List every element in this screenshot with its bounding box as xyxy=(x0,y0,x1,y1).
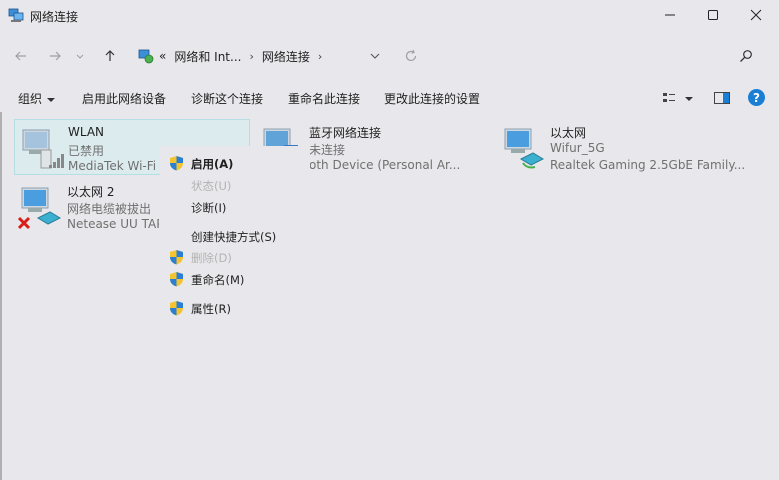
breadcrumb-item-network-internet[interactable]: 网络和 Int... xyxy=(174,48,241,65)
wifi-adapter-icon xyxy=(22,129,64,169)
change-settings-button[interactable]: 更改此连接的设置 xyxy=(384,90,480,107)
connection-name: 以太网 xyxy=(550,126,587,140)
maximize-icon xyxy=(708,10,718,20)
minimize-button[interactable] xyxy=(647,0,693,30)
menu-item-label: 删除(D) xyxy=(191,251,232,265)
organize-button[interactable]: 组织 xyxy=(18,90,56,107)
address-history-dropdown-icon[interactable] xyxy=(367,48,383,64)
menu-item-properties[interactable]: 属性(R) xyxy=(160,298,310,318)
breadcrumb: « 网络和 Int... › 网络连接 › xyxy=(159,44,322,68)
breadcrumb-separator[interactable]: › xyxy=(318,50,322,63)
menu-item-enable[interactable]: 启用(A) xyxy=(160,153,310,173)
ethernet-adapter-icon xyxy=(504,128,545,169)
connection-status: Wifur_5G xyxy=(550,141,605,155)
uac-shield-icon xyxy=(170,250,183,265)
command-bar: 组织 启用此网络设备 诊断这个连接 重命名此连接 更改此连接的设置 xyxy=(0,84,779,112)
help-button[interactable]: ? xyxy=(748,89,765,106)
arrow-left-icon xyxy=(15,51,26,61)
chevron-down-icon xyxy=(76,54,84,59)
connection-name: WLAN xyxy=(68,125,105,139)
menu-item-rename[interactable]: 重命名(M) xyxy=(160,269,310,289)
menu-item-create-shortcut[interactable]: 创建快捷方式(S) xyxy=(160,226,310,246)
connection-status: 已禁用 xyxy=(68,144,105,158)
menu-item-diagnose[interactable]: 诊断(I) xyxy=(160,197,310,217)
back-button[interactable] xyxy=(11,46,31,66)
preview-pane-icon[interactable] xyxy=(713,90,731,106)
search-icon[interactable] xyxy=(739,49,753,63)
breadcrumb-overflow[interactable]: « xyxy=(159,49,166,63)
up-button[interactable] xyxy=(100,46,120,66)
connection-status: 未连接 xyxy=(309,143,346,157)
maximize-button[interactable] xyxy=(690,0,736,30)
ethernet-adapter-disconnected-icon xyxy=(18,187,62,230)
connection-device: MediaTek Wi-Fi xyxy=(68,159,157,173)
connection-device: Netease UU TAP xyxy=(67,217,159,231)
menu-item-delete: 删除(D) xyxy=(160,247,310,267)
connection-device: Realtek Gaming 2.5GbE Family... xyxy=(550,158,746,172)
connection-name: 蓝牙网络连接 xyxy=(309,126,382,140)
connection-name: 以太网 2 xyxy=(67,185,115,199)
minimize-icon xyxy=(665,14,675,16)
diagnose-connection-button[interactable]: 诊断这个连接 xyxy=(191,90,263,107)
view-options-icon[interactable] xyxy=(662,90,680,106)
refresh-icon[interactable] xyxy=(404,49,418,63)
menu-item-label: 诊断(I) xyxy=(191,201,227,215)
uac-shield-icon xyxy=(170,272,183,287)
network-connections-icon xyxy=(8,8,24,22)
breadcrumb-separator[interactable]: › xyxy=(249,50,253,63)
close-button[interactable] xyxy=(733,0,779,30)
chevron-down-icon xyxy=(47,97,56,102)
menu-item-status: 状态(U) xyxy=(160,175,310,195)
organize-label: 组织 xyxy=(18,92,43,106)
uac-shield-icon xyxy=(170,301,183,316)
title-bar: 网络连接 xyxy=(0,0,779,32)
breadcrumb-item-network-connections[interactable]: 网络连接 xyxy=(262,48,310,65)
connections-list: WLAN 已禁用 MediaTek Wi-Fi 蓝牙网络连接 未连接 oth D… xyxy=(0,116,779,480)
recent-locations-button[interactable] xyxy=(73,46,87,66)
context-menu: 启用(A) 状态(U) 诊断(I) 创建快捷方式(S) 删除(D) 重命名(M)… xyxy=(160,146,310,320)
rename-connection-button[interactable]: 重命名此连接 xyxy=(288,90,360,107)
control-panel-icon xyxy=(138,49,154,64)
view-dropdown-icon[interactable] xyxy=(682,90,696,106)
menu-item-label: 状态(U) xyxy=(191,179,232,193)
forward-button[interactable] xyxy=(45,46,65,66)
arrow-right-icon xyxy=(50,51,61,61)
menu-item-label: 启用(A) xyxy=(191,157,234,171)
window-title: 网络连接 xyxy=(30,10,79,24)
arrow-up-icon xyxy=(105,50,115,61)
connection-device: oth Device (Personal Ar... xyxy=(309,158,461,172)
uac-shield-icon xyxy=(170,156,183,171)
menu-item-label: 创建快捷方式(S) xyxy=(191,230,277,244)
enable-device-button[interactable]: 启用此网络设备 xyxy=(82,90,166,107)
menu-item-label: 属性(R) xyxy=(191,302,231,316)
menu-item-label: 重命名(M) xyxy=(191,273,245,287)
connection-item-ethernet[interactable]: 以太网 Wifur_5G Realtek Gaming 2.5GbE Famil… xyxy=(497,119,745,175)
connection-status: 网络电缆被拔出 xyxy=(67,202,152,216)
address-bar: « 网络和 Int... › 网络连接 › xyxy=(0,38,779,74)
close-icon xyxy=(750,9,762,21)
